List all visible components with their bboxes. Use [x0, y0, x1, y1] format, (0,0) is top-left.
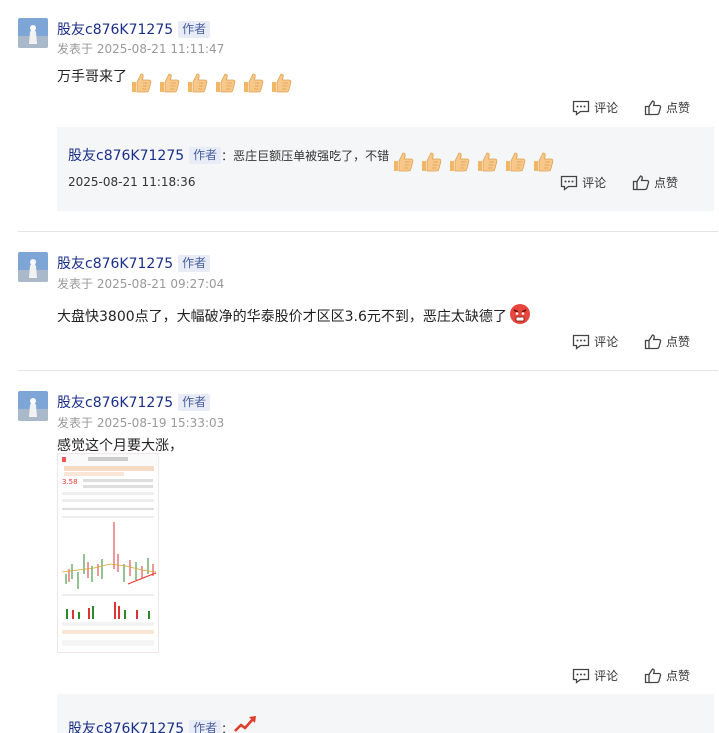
like-label: 点赞	[665, 101, 690, 115]
username-text[interactable]: 股友c876K71275	[57, 22, 173, 38]
thumbs-up-emoji	[419, 150, 443, 174]
divider	[18, 231, 718, 232]
comment-button[interactable]: 评论	[560, 174, 606, 191]
reply-box: 股友c876K71275 作者 ：恶庄巨额压单被强吃了，不错 2025-08-21 …	[57, 127, 714, 211]
post-content: 感觉这个月要大涨，	[57, 438, 183, 454]
divider	[18, 370, 718, 371]
rising-arrow-emoji	[234, 716, 257, 732]
comment-button[interactable]: 评论	[572, 667, 618, 684]
angry-face-emoji	[509, 304, 530, 324]
thumbs-up-emoji	[531, 150, 555, 174]
thumbs-up-icon	[644, 334, 662, 350]
reply-actions: 评论 点赞	[538, 174, 678, 194]
thumbs-up-emoji-group	[129, 71, 297, 95]
post-content: 大盘快3800点了，大幅破净的华泰股价才区区3.6元不到，恶庄太缺德了	[57, 303, 531, 326]
comment-label: 评论	[582, 176, 607, 190]
reply-box: 股友c876K71275 作者：	[57, 694, 714, 733]
comment-icon	[572, 334, 590, 350]
like-button[interactable]: 点赞	[644, 667, 690, 684]
reply-header: 股友c876K71275 作者：	[68, 713, 259, 733]
author-tag: 作者	[178, 394, 211, 411]
stock-chart-thumbnail[interactable]: 3.58	[57, 453, 159, 653]
username-text[interactable]: 股友c876K71275	[57, 256, 173, 272]
reply-text: ：恶庄巨额压单被强吃了，不错	[221, 149, 390, 163]
thumbs-up-emoji	[157, 71, 181, 95]
username[interactable]: 股友c876K71275 作者	[57, 392, 211, 412]
author-tag: 作者	[189, 720, 222, 733]
thumbs-up-emoji	[447, 150, 471, 174]
comment-button[interactable]: 评论	[572, 99, 618, 116]
thumbs-up-emoji	[213, 71, 237, 95]
post-text: 万手哥来了	[57, 69, 127, 85]
reply-time: 2025-08-21 11:18:36	[68, 175, 196, 189]
thumbs-up-emoji	[185, 71, 209, 95]
post-time: 发表于 2025-08-21 11:11:47	[57, 42, 225, 56]
username-text[interactable]: 股友c876K71275	[57, 395, 173, 411]
username[interactable]: 股友c876K71275 作者	[57, 19, 211, 39]
like-label: 点赞	[665, 669, 690, 683]
reply-username[interactable]: 股友c876K71275	[68, 148, 184, 164]
like-button[interactable]: 点赞	[644, 333, 690, 350]
comment-label: 评论	[594, 669, 619, 683]
thumbs-up-emoji	[269, 71, 293, 95]
thumbs-up-icon	[632, 175, 650, 191]
comment-icon	[560, 175, 578, 191]
thumbs-up-emoji-group	[391, 150, 559, 174]
post-content: 万手哥来了	[57, 66, 297, 95]
comment-icon	[572, 100, 590, 116]
thumbs-up-icon	[644, 100, 662, 116]
thumbs-up-emoji	[129, 71, 153, 95]
comment-label: 评论	[594, 101, 619, 115]
avatar[interactable]	[18, 252, 48, 282]
reply-header: 股友c876K71275 作者 ：恶庄巨额压单被强吃了，不错	[68, 145, 559, 174]
reply-text: ：	[221, 722, 234, 733]
thumbs-up-emoji	[503, 150, 527, 174]
reply-username[interactable]: 股友c876K71275	[68, 721, 184, 733]
avatar[interactable]	[18, 391, 48, 421]
thumbs-up-emoji	[391, 150, 415, 174]
like-button[interactable]: 点赞	[632, 174, 678, 191]
like-button[interactable]: 点赞	[644, 99, 690, 116]
comment-icon	[572, 668, 590, 684]
thumbs-up-emoji	[241, 71, 265, 95]
thumbs-up-emoji	[475, 150, 499, 174]
post-text: 大盘快3800点了，大幅破净的华泰股价才区区3.6元不到，恶庄太缺德了	[57, 309, 507, 325]
author-tag: 作者	[178, 21, 211, 38]
author-tag: 作者	[178, 255, 211, 272]
author-tag: 作者	[189, 147, 222, 164]
like-label: 点赞	[665, 335, 690, 349]
like-label: 点赞	[653, 176, 678, 190]
post-time: 发表于 2025-08-21 09:27:04	[57, 277, 225, 291]
post-actions: 评论 点赞	[550, 333, 690, 353]
thumbs-up-icon	[644, 668, 662, 684]
post-actions: 评论 点赞	[550, 99, 690, 119]
comment-label: 评论	[594, 335, 619, 349]
post-actions: 评论 点赞	[550, 667, 690, 687]
svg-text:3.58: 3.58	[62, 478, 78, 486]
post-time: 发表于 2025-08-19 15:33:03	[57, 416, 225, 430]
avatar[interactable]	[18, 18, 48, 48]
username[interactable]: 股友c876K71275 作者	[57, 253, 211, 273]
comment-button[interactable]: 评论	[572, 333, 618, 350]
